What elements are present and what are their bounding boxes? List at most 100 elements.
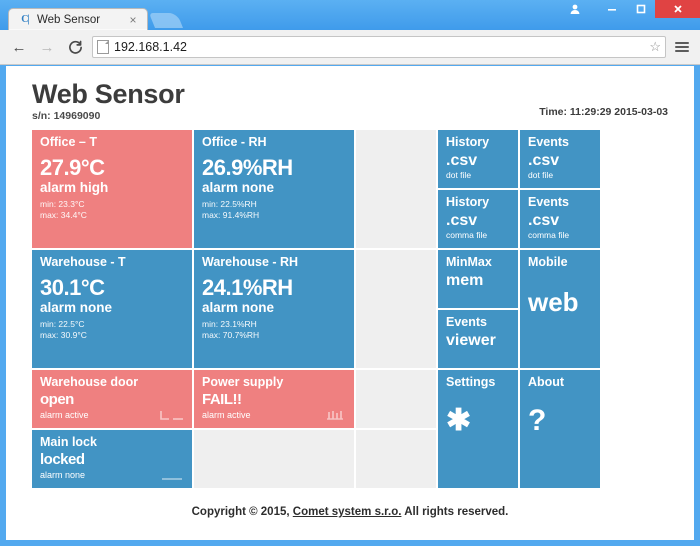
- menu-main: web: [528, 287, 579, 318]
- serial-number: s/n: 14969090: [32, 110, 101, 123]
- menu-tile-minmax-mem[interactable]: MinMax mem: [438, 250, 518, 309]
- close-icon[interactable]: [655, 0, 700, 18]
- menu-tile-history-csv-comma[interactable]: History .csv comma file: [438, 190, 518, 249]
- window-titlebar: C| Web Sensor ×: [0, 0, 700, 30]
- footer-copyright-prefix: Copyright © 2015,: [191, 506, 293, 519]
- menu-main: .csv: [446, 212, 478, 230]
- asterisk-icon: ✱: [446, 404, 472, 438]
- page-header: Web Sensor s/n: 14969090 Time: 11:29:29 …: [32, 79, 668, 123]
- page-document-icon: [97, 40, 109, 54]
- page-viewport: Web Sensor s/n: 14969090 Time: 11:29:29 …: [6, 66, 694, 540]
- sensor-minmax: min: 23.3°C max: 34.4°C: [40, 199, 184, 220]
- sensor-min: min: 23.1%RH: [202, 319, 257, 330]
- empty-tile: [356, 130, 436, 249]
- new-tab-button[interactable]: [148, 13, 184, 28]
- sensor-value: 26.9%RH: [202, 155, 293, 181]
- sensor-name: Office - RH: [202, 135, 267, 150]
- browser-toolbar: ← → 192.168.1.42 ☆: [0, 30, 700, 65]
- menu-tile-about[interactable]: About ?: [520, 370, 600, 489]
- sensor-tile-office-rh[interactable]: Office - RH 26.9%RH alarm none min: 22.5…: [194, 130, 354, 249]
- menu-main: .csv: [528, 212, 560, 230]
- sensor-alarm: alarm high: [40, 180, 109, 196]
- sensor-tile-warehouse-t[interactable]: Warehouse - T 30.1°C alarm none min: 22.…: [32, 250, 192, 369]
- sensor-minmax: min: 22.5%RH max: 91.4%RH: [202, 199, 346, 220]
- sensor-max: max: 70.7%RH: [202, 329, 260, 340]
- browser-window: C| Web Sensor × ← → 192.168.1.42 ☆ Web S…: [0, 0, 700, 546]
- binary-tile-power-supply[interactable]: Power supply FAIL!! alarm active: [194, 370, 354, 429]
- menu-tile-mobile-web[interactable]: Mobile web: [520, 250, 600, 369]
- menu-tile-events-csv-dot[interactable]: Events .csv dot file: [520, 130, 600, 189]
- empty-tile: [356, 370, 436, 429]
- sensor-minmax: min: 22.5°C max: 30.9°C: [40, 319, 184, 340]
- menu-sub: comma file: [528, 229, 570, 240]
- empty-tile: [356, 430, 436, 489]
- url-text[interactable]: 192.168.1.42: [114, 40, 644, 54]
- page-footer: Copyright © 2015, Comet system s.r.o. Al…: [32, 506, 668, 518]
- question-mark-icon: ?: [528, 404, 547, 438]
- menu-main: .csv: [528, 152, 560, 170]
- page-title: Web Sensor: [32, 79, 185, 109]
- tab-strip: C| Web Sensor ×: [0, 0, 560, 30]
- menu-title: MinMax: [446, 255, 492, 270]
- reload-icon[interactable]: [64, 36, 86, 58]
- binary-name: Main lock: [40, 435, 97, 450]
- sensor-min: min: 23.3°C: [40, 199, 85, 210]
- menu-sub: comma file: [446, 229, 488, 240]
- maximize-icon[interactable]: [626, 0, 655, 18]
- sensor-alarm: alarm none: [202, 300, 275, 316]
- pulse-bars-icon: [321, 408, 347, 422]
- sensor-alarm: alarm none: [40, 300, 113, 316]
- menu-tile-history-csv-dot[interactable]: History .csv dot file: [438, 130, 518, 189]
- menu-title: About: [528, 375, 565, 390]
- binary-tile-main-lock[interactable]: Main lock locked alarm none: [32, 430, 192, 489]
- sensor-min: min: 22.5%RH: [202, 199, 257, 210]
- binary-name: Power supply: [202, 375, 284, 390]
- sensor-minmax: min: 23.1%RH max: 70.7%RH: [202, 319, 346, 340]
- sensor-name: Office – T: [40, 135, 97, 150]
- binary-state: open: [40, 391, 74, 409]
- sensor-alarm: alarm none: [202, 180, 275, 196]
- rising-step-icon: [159, 408, 185, 422]
- menu-tile-events-csv-comma[interactable]: Events .csv comma file: [520, 190, 600, 249]
- menu-tile-events-viewer[interactable]: Events viewer: [438, 310, 518, 369]
- sensor-value: 30.1°C: [40, 275, 105, 301]
- binary-name: Warehouse door: [40, 375, 139, 390]
- tab-close-icon[interactable]: ×: [127, 14, 139, 26]
- menu-title: Mobile: [528, 255, 568, 270]
- minimize-icon[interactable]: [597, 0, 626, 18]
- comet-logo-icon: C|: [21, 14, 29, 25]
- menu-sub: dot file: [528, 169, 554, 180]
- menu-main: mem: [446, 272, 484, 290]
- menu-title: Events: [528, 135, 569, 150]
- binary-tile-warehouse-door[interactable]: Warehouse door open alarm active: [32, 370, 192, 429]
- footer-copyright-suffix: All rights reserved.: [401, 506, 509, 519]
- empty-tile: [194, 430, 354, 489]
- menu-tile-settings[interactable]: Settings ✱: [438, 370, 518, 489]
- menu-title: History: [446, 195, 490, 210]
- sensor-min: min: 22.5°C: [40, 319, 85, 330]
- person-icon[interactable]: [560, 0, 589, 18]
- browser-tab-web-sensor[interactable]: C| Web Sensor ×: [8, 8, 148, 30]
- address-bar[interactable]: 192.168.1.42 ☆: [92, 36, 666, 58]
- binary-state: locked: [40, 451, 85, 469]
- sensor-value: 24.1%RH: [202, 275, 293, 301]
- menu-sub: dot file: [446, 169, 472, 180]
- sensor-max: max: 30.9°C: [40, 329, 87, 340]
- tab-title: Web Sensor: [37, 13, 101, 26]
- bookmark-star-icon[interactable]: ☆: [649, 39, 661, 55]
- sensor-max: max: 34.4°C: [40, 209, 87, 220]
- brand-block: Web Sensor s/n: 14969090: [32, 79, 185, 123]
- back-icon[interactable]: ←: [8, 36, 30, 58]
- device-time: Time: 11:29:29 2015-03-03: [539, 106, 668, 119]
- forward-icon[interactable]: →: [36, 36, 58, 58]
- sensor-tile-office-t[interactable]: Office – T 27.9°C alarm high min: 23.3°C…: [32, 130, 192, 249]
- menu-main: viewer: [446, 332, 496, 350]
- menu-title: History: [446, 135, 490, 150]
- menu-title: Events: [528, 195, 569, 210]
- browser-menu-icon[interactable]: [672, 42, 692, 52]
- footer-company-link[interactable]: Comet system s.r.o.: [293, 506, 402, 518]
- sensor-value: 27.9°C: [40, 155, 105, 181]
- web-sensor-page: Web Sensor s/n: 14969090 Time: 11:29:29 …: [6, 66, 694, 540]
- sensor-tile-warehouse-rh[interactable]: Warehouse - RH 24.1%RH alarm none min: 2…: [194, 250, 354, 369]
- flat-line-icon: [159, 468, 185, 482]
